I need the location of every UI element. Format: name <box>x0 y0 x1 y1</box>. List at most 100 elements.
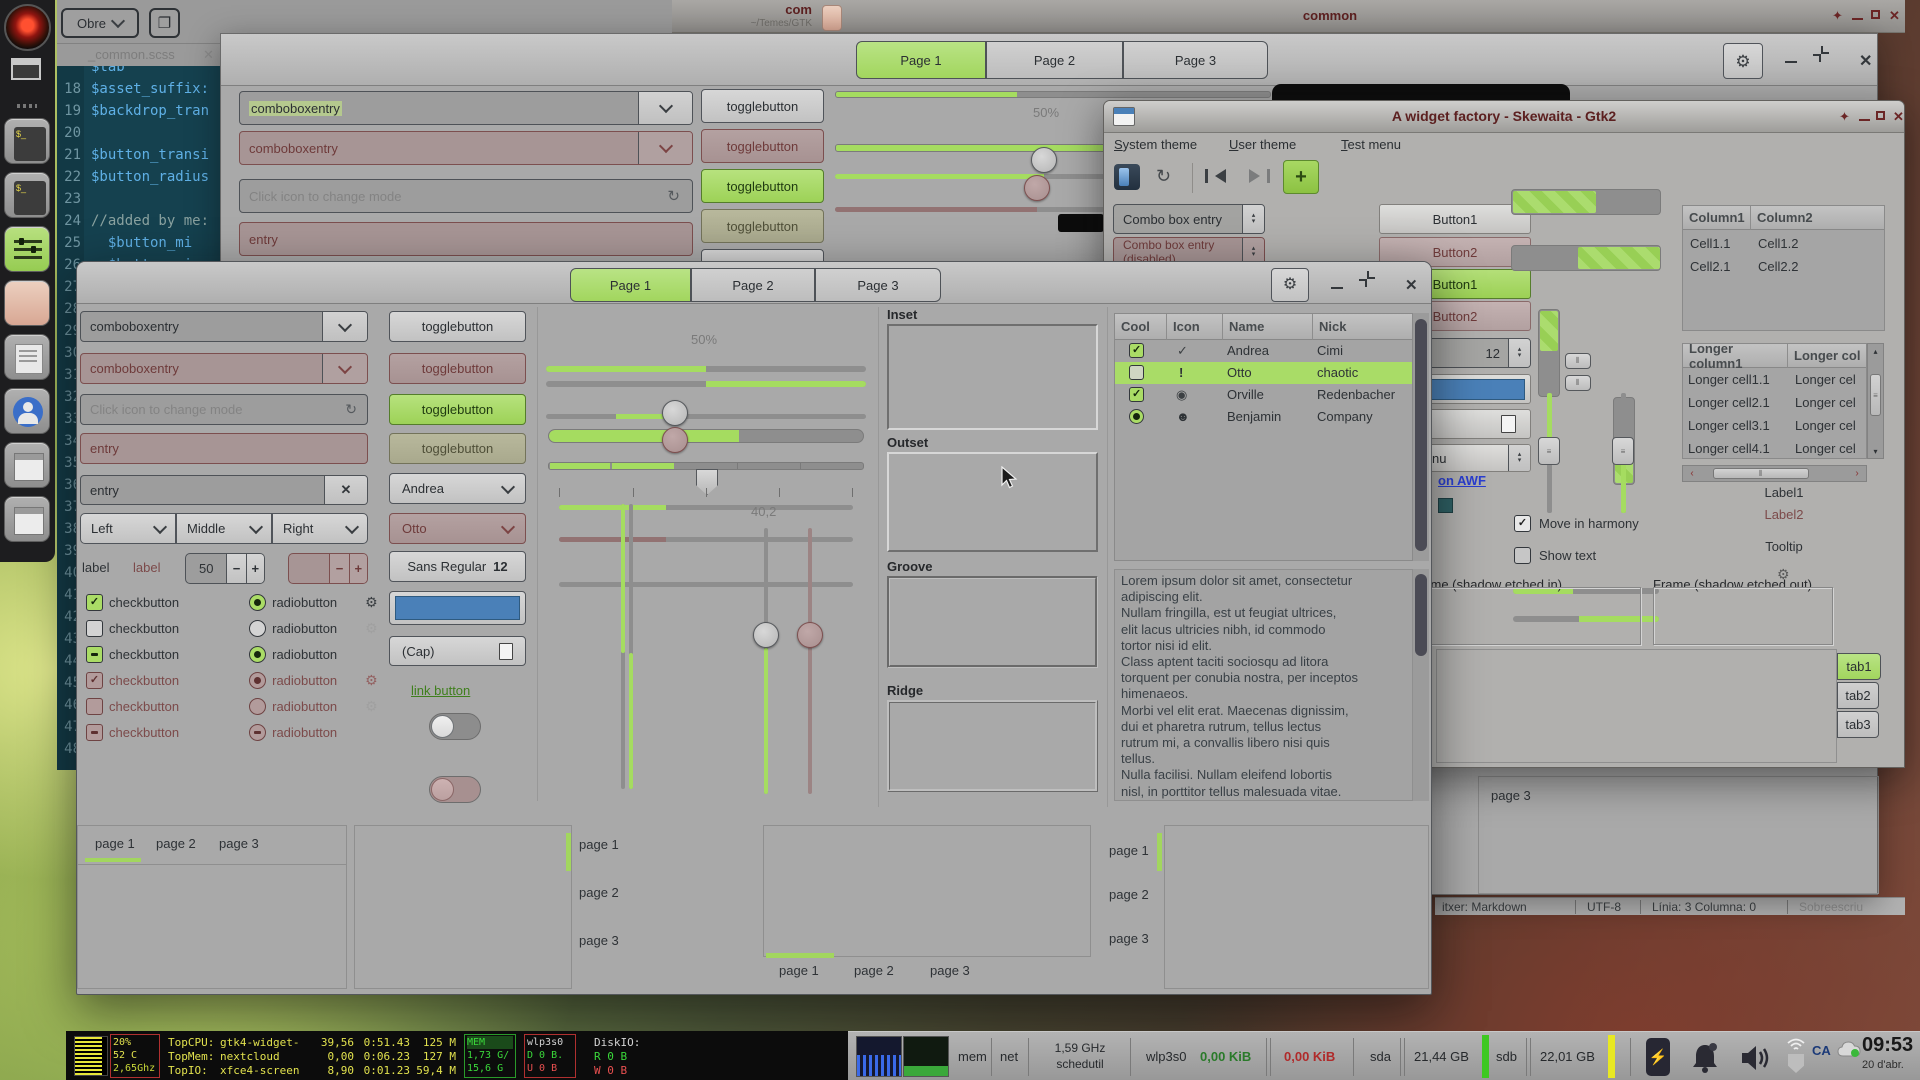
slider-track[interactable] <box>559 505 853 510</box>
table-cell[interactable]: Longer cel <box>1795 418 1856 433</box>
radio-selected[interactable] <box>249 594 266 611</box>
entry-with-clear[interactable]: entry ✕ <box>80 475 368 505</box>
window-stack-icon[interactable] <box>11 58 41 80</box>
vslider-track[interactable] <box>764 528 768 794</box>
window2-headerbar[interactable]: Page 1 Page 2 Page 3 ⚙ ✕ <box>77 262 1431 304</box>
table-cell[interactable]: Longer cell2.1 <box>1688 395 1770 410</box>
menu-system-theme[interactable]: System theme <box>1114 137 1197 152</box>
dropdown-right[interactable]: Right <box>272 513 368 544</box>
tab-page1[interactable]: Page 1 <box>570 268 691 302</box>
link-button-awf[interactable]: on AWF <box>1438 473 1486 488</box>
dock-document-icon[interactable] <box>4 334 50 380</box>
scroll-thumb[interactable] <box>1415 574 1427 656</box>
hslider-knob[interactable]: ⦀ <box>1565 375 1591 391</box>
scroll-right-arrow[interactable]: › <box>1849 467 1865 480</box>
table-cell[interactable]: Longer cel <box>1795 395 1856 410</box>
tab-page2[interactable]: page 2 <box>579 885 619 900</box>
name-dropdown[interactable]: Andrea <box>389 473 526 504</box>
combo-box-entry[interactable]: Combo box entry ▴▾ <box>1113 204 1265 234</box>
dock-terminal-icon[interactable]: $_ <box>4 118 50 164</box>
vertical-scrollbar[interactable] <box>1413 313 1429 561</box>
combo-spinner[interactable]: ▴▾ <box>1508 445 1530 471</box>
tab-page3[interactable]: Page 3 <box>1123 41 1268 79</box>
color-button[interactable] <box>389 591 526 625</box>
dock-window-icon[interactable] <box>4 442 50 488</box>
maximize-icon[interactable] <box>1876 111 1885 120</box>
table-row[interactable]: ✓ ◉ Orville Redenbacher <box>1115 384 1413 406</box>
tab-page2[interactable]: page 2 <box>1109 887 1149 902</box>
scroll-up-arrow[interactable]: ▴ <box>1868 344 1883 358</box>
comboboxentry[interactable]: comboboxentry <box>239 91 693 125</box>
wifi-icon[interactable] <box>1786 1038 1806 1052</box>
table-cell[interactable]: Cell1.2 <box>1758 236 1798 251</box>
row-checkbox-unchecked[interactable] <box>1129 365 1144 380</box>
speaker-icon[interactable] <box>1740 1044 1772 1072</box>
combo-dropdown-button[interactable] <box>638 92 692 124</box>
move-in-harmony-row[interactable]: ✓ Move in harmony <box>1514 515 1639 532</box>
minimize-icon[interactable] <box>1859 119 1870 121</box>
tab-page2[interactable]: Page 2 <box>691 268 815 302</box>
dock-terminal-icon[interactable]: $_ <box>4 172 50 218</box>
icon-entry[interactable]: Click icon to change mode ↻ <box>239 179 693 213</box>
vslider-knob[interactable]: ≡ <box>1538 437 1560 465</box>
clear-button[interactable]: ✕ <box>324 476 367 504</box>
spin-plus-button[interactable]: + <box>246 554 264 583</box>
new-window-button[interactable]: ❐ <box>149 8 180 38</box>
dropdown-middle[interactable]: Middle <box>176 513 272 544</box>
scroll-thumb[interactable]: ≡ <box>1870 374 1881 416</box>
slider-knob[interactable] <box>1031 147 1057 173</box>
column-header[interactable]: Column1 <box>1683 206 1751 230</box>
show-text-row[interactable]: Show text <box>1514 547 1596 564</box>
horizontal-scrollbar[interactable]: ‹ ⦀ › <box>1682 465 1867 482</box>
tab-page3[interactable]: page 3 <box>930 963 970 978</box>
tab-close-icon[interactable]: ✕ <box>203 47 214 63</box>
vertical-scrollbar[interactable]: ▴ ≡ ▾ <box>1867 343 1884 459</box>
tab-page3[interactable]: Page 3 <box>815 268 941 302</box>
dock-grip[interactable] <box>17 104 37 108</box>
gear-button[interactable]: ⚙ <box>1271 268 1309 302</box>
checkbox-checked[interactable]: ✓ <box>1514 515 1531 532</box>
table-cell[interactable]: Longer cel <box>1795 372 1856 387</box>
minimize-icon[interactable] <box>1331 287 1343 289</box>
minimize-icon[interactable] <box>1852 18 1863 20</box>
table-cell[interactable]: Longer cell3.1 <box>1688 418 1770 433</box>
column-header-name[interactable]: Name <box>1223 314 1313 340</box>
window1-titlebar[interactable]: common ✦ ✕ <box>820 0 1905 33</box>
network-graph[interactable] <box>903 1036 949 1077</box>
gear-button[interactable]: ⚙ <box>1723 43 1763 79</box>
dock-window-icon[interactable] <box>4 496 50 542</box>
hal-icon[interactable] <box>4 4 51 51</box>
dropdown-left[interactable]: Left <box>80 513 176 544</box>
close-icon[interactable]: ✕ <box>1859 51 1872 71</box>
keyboard-layout[interactable]: CA <box>1812 1043 1831 1058</box>
refresh-icon[interactable]: ↻ <box>667 187 680 205</box>
gtk2-titlebar[interactable]: A widget factory - Skewaita - Gtk2 ✦ ✕ <box>1104 101 1904 133</box>
pin-icon[interactable]: ✦ <box>1832 9 1843 22</box>
textview[interactable]: Lorem ipsum dolor sit amet, consectetur … <box>1114 569 1413 801</box>
vslider-knob[interactable] <box>753 622 779 648</box>
radio-indeterminate[interactable] <box>249 646 266 663</box>
tab-page2[interactable]: page 2 <box>854 963 894 978</box>
tab-page2[interactable]: Page 2 <box>986 41 1123 79</box>
spin-minus-button[interactable]: − <box>226 554 245 583</box>
slider-knob[interactable] <box>662 400 688 426</box>
tab-page3[interactable]: page 3 <box>219 836 259 851</box>
vscale-green-top[interactable] <box>621 504 625 789</box>
comboboxentry[interactable]: comboboxentry <box>80 311 368 342</box>
tab-page1[interactable]: page 1 <box>1109 843 1149 858</box>
switch-off[interactable] <box>429 713 481 740</box>
tab-page1[interactable]: page 1 <box>579 837 619 852</box>
open-icon[interactable] <box>1114 164 1140 190</box>
link-button[interactable]: link button <box>411 683 470 698</box>
tab3[interactable]: tab3 <box>1837 711 1879 738</box>
column-header-icon[interactable]: Icon <box>1167 314 1223 340</box>
bell-icon[interactable] <box>1690 1042 1720 1074</box>
table-cell[interactable]: Longer cel <box>1795 441 1856 456</box>
icon-entry[interactable]: Click icon to change mode ↻ <box>80 394 368 425</box>
maximize-icon[interactable] <box>1871 10 1880 19</box>
spin-arrows[interactable]: ▴▾ <box>1508 339 1530 367</box>
close-icon[interactable]: ✕ <box>1893 110 1904 123</box>
cloud-sync-icon[interactable] <box>1836 1040 1862 1058</box>
column-header-nick[interactable]: Nick <box>1313 314 1413 340</box>
table-cell[interactable]: Cell1.1 <box>1690 236 1730 251</box>
